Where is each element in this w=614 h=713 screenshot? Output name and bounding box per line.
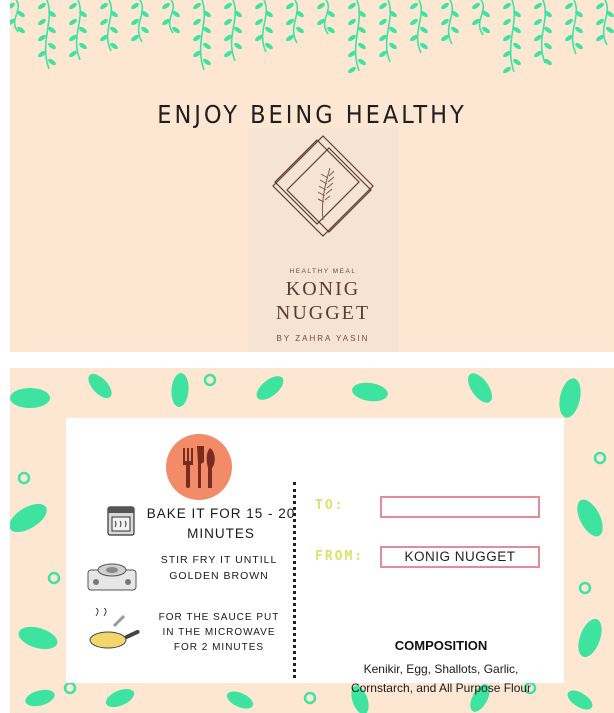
from-field[interactable]: KONIG NUGGET	[380, 546, 540, 568]
frying-pan-icon	[89, 608, 140, 649]
dotted-divider	[293, 482, 296, 678]
instructions-panel: BAKE IT FOR 15 - 20 MINUTES STIR FRY IT …	[66, 418, 564, 695]
composition-title: COMPOSITION	[394, 638, 488, 653]
logo-tagline: HEALTHY MEAL	[289, 268, 357, 275]
back-card: BAKE IT FOR 15 - 20 MINUTES STIR FRY IT …	[10, 368, 614, 713]
logo-author: BY ZAHRA YASIN	[276, 334, 370, 343]
composition-text: Kenikir, Egg, Shallots, Garlic, Cornstar…	[350, 662, 532, 695]
logo-brand-line2: NUGGET	[275, 302, 371, 324]
logo-brand-line1: KONIG	[285, 278, 361, 300]
step-bake: BAKE IT FOR 15 - 20 MINUTES	[146, 506, 296, 541]
utensils-icon	[166, 434, 232, 500]
to-label: TO:	[315, 498, 345, 513]
stove-icon	[87, 563, 137, 591]
headline: ENJOY BEING HEALTHY	[157, 100, 467, 129]
from-label: FROM:	[315, 549, 365, 564]
to-field[interactable]	[380, 496, 540, 518]
step-stir-fry: STIR FRY IT UNTILL GOLDEN BROWN	[160, 554, 278, 582]
hanging-vines-decoration	[10, 0, 614, 74]
step-sauce: FOR THE SAUCE PUT IN THE MICROWAVE FOR 2…	[158, 612, 280, 653]
front-card: ENJOY BEING HEALTHY HEALTHY MEAL KONIG N…	[10, 0, 614, 352]
oven-icon	[107, 506, 135, 536]
diamond-wheat-icon	[272, 135, 374, 237]
logo: HEALTHY MEAL KONIG NUGGET BY ZAHRA YASIN	[248, 128, 398, 352]
